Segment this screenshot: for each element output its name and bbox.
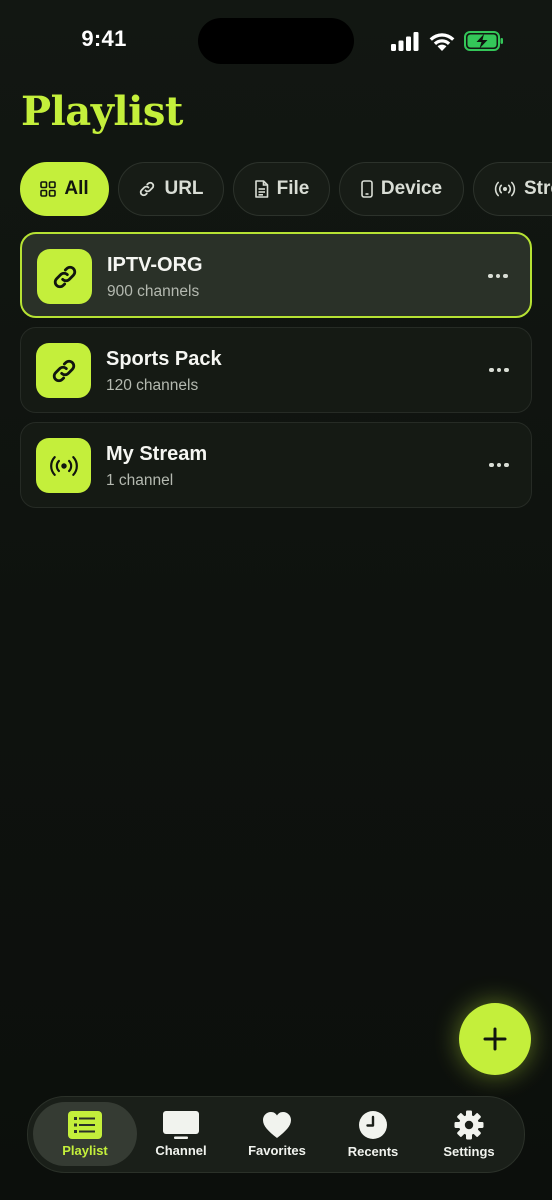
battery-charging-icon xyxy=(464,31,503,51)
playlist-screen: 9:41 Playlist All URL File Device Str IP… xyxy=(0,0,552,1200)
broadcast-icon xyxy=(494,181,516,197)
filter-chip-label: Device xyxy=(380,178,443,199)
playlist-icon-badge xyxy=(37,249,92,304)
tab-channel[interactable]: Channel xyxy=(129,1102,233,1166)
tab-label: Settings xyxy=(443,1143,495,1159)
filter-chip-label: File xyxy=(276,178,310,199)
playlist-icon xyxy=(68,1110,102,1139)
filter-chip-stream[interactable]: Stre xyxy=(473,162,552,216)
page-title: Playlist xyxy=(21,88,183,135)
tab-label: Favorites xyxy=(248,1142,306,1158)
dynamic-island xyxy=(198,18,354,64)
tab-settings[interactable]: Settings xyxy=(417,1102,521,1166)
status-time: 9:41 xyxy=(81,26,127,51)
tab-playlist[interactable]: Playlist xyxy=(33,1102,137,1166)
add-playlist-button[interactable] xyxy=(459,1003,531,1075)
clock-icon xyxy=(359,1110,387,1139)
playlist-icon-badge xyxy=(36,438,91,493)
phone-icon xyxy=(361,180,373,198)
status-icons xyxy=(390,28,504,54)
playlist-list: IPTV-ORG 900 channels Sports Pack 120 ch… xyxy=(20,232,532,517)
filter-chip-all[interactable]: All xyxy=(20,162,109,216)
wifi-icon xyxy=(429,33,455,51)
tab-bar: Playlist Channel Favorites Recents Setti… xyxy=(27,1096,525,1173)
tab-label: Channel xyxy=(155,1142,207,1158)
grid-icon xyxy=(40,181,57,197)
playlist-title: My Stream xyxy=(106,443,208,465)
playlist-channel-count: 120 channels xyxy=(106,377,199,394)
filter-chip-label: URL xyxy=(164,178,204,199)
filter-chip-url[interactable]: URL xyxy=(118,162,224,216)
status-bar: 9:41 xyxy=(0,0,552,84)
filter-chip-label: Stre xyxy=(524,178,552,199)
tab-label: Recents xyxy=(347,1143,399,1159)
tab-label: Playlist xyxy=(62,1142,108,1158)
filter-chip-file[interactable]: File xyxy=(233,162,330,216)
playlist-icon-badge xyxy=(36,343,91,398)
more-options-icon[interactable] xyxy=(484,262,512,290)
link-icon xyxy=(53,265,76,288)
gear-icon xyxy=(454,1110,484,1139)
playlist-card[interactable]: My Stream 1 channel xyxy=(20,422,532,508)
link-icon xyxy=(140,181,155,197)
playlist-title: Sports Pack xyxy=(106,348,222,370)
playlist-title: IPTV-ORG xyxy=(107,254,203,276)
plus-icon xyxy=(483,1027,507,1051)
playlist-channel-count: 1 channel xyxy=(106,472,174,489)
filter-chips: All URL File Device Str xyxy=(20,162,552,216)
broadcast-icon xyxy=(49,455,78,476)
playlist-channel-count: 900 channels xyxy=(107,283,200,300)
tab-favorites[interactable]: Favorites xyxy=(225,1102,329,1166)
file-icon xyxy=(254,180,268,198)
link-icon xyxy=(52,359,75,382)
filter-chip-label: All xyxy=(64,178,89,199)
more-options-icon[interactable] xyxy=(485,356,513,384)
heart-icon xyxy=(263,1111,291,1138)
tv-icon xyxy=(163,1110,199,1139)
playlist-card[interactable]: Sports Pack 120 channels xyxy=(20,327,532,413)
filter-chip-device[interactable]: Device xyxy=(339,162,464,216)
tab-recents[interactable]: Recents xyxy=(321,1102,425,1166)
signal-icon xyxy=(391,32,419,51)
playlist-card[interactable]: IPTV-ORG 900 channels xyxy=(20,232,532,318)
more-options-icon[interactable] xyxy=(485,451,513,479)
